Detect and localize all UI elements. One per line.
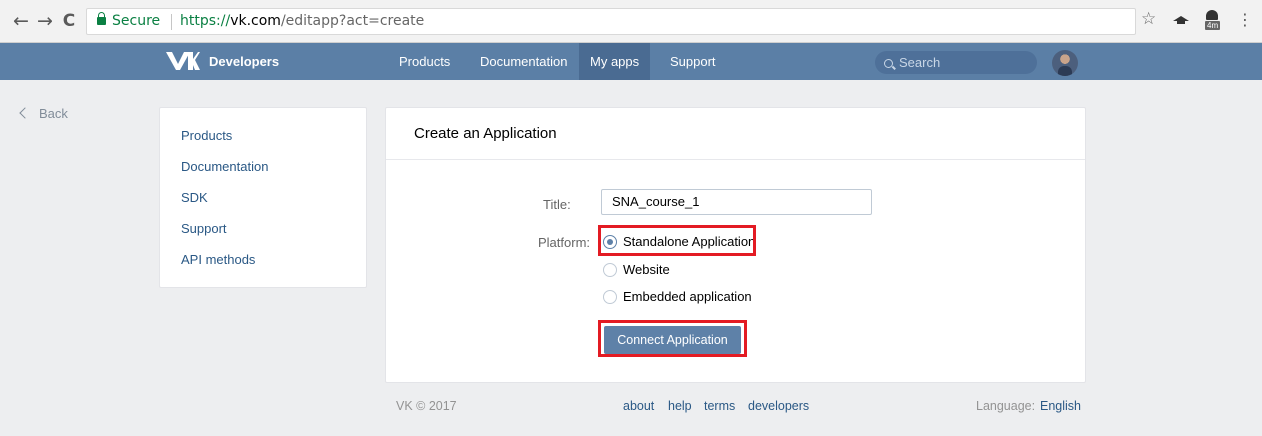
title-input[interactable]: SNA_course_1 xyxy=(601,189,872,215)
highlight-box-standalone xyxy=(598,225,756,256)
user-avatar[interactable] xyxy=(1052,50,1078,76)
highlight-box-connect xyxy=(598,320,747,357)
sidebar-item-documentation[interactable]: Documentation xyxy=(181,159,268,174)
header-nav-documentation[interactable]: Documentation xyxy=(469,43,578,80)
extension-dome-shape xyxy=(1206,10,1218,20)
brand-label[interactable]: Developers xyxy=(209,54,279,69)
footer-link-developers[interactable]: developers xyxy=(748,399,809,413)
back-label: Back xyxy=(39,106,68,121)
reload-icon[interactable]: C xyxy=(58,10,80,32)
footer-link-help[interactable]: help xyxy=(668,399,692,413)
sidebar-item-sdk[interactable]: SDK xyxy=(181,190,208,205)
vk-logo-icon[interactable] xyxy=(166,52,200,70)
address-bar[interactable]: Secure https://vk.com/editapp?act=create xyxy=(86,8,1136,35)
browser-toolbar: ← → C Secure https://vk.com/editapp?act=… xyxy=(0,0,1262,43)
back-arrow-icon[interactable]: ← xyxy=(10,10,32,32)
footer-link-terms[interactable]: terms xyxy=(704,399,735,413)
tab-timer-extension-icon[interactable]: 4m xyxy=(1203,10,1225,32)
title-label: Title: xyxy=(543,197,571,212)
bookmark-star-icon[interactable]: ☆ xyxy=(1141,9,1156,29)
url-host: vk.com xyxy=(230,13,281,29)
url-path: /editapp?act=create xyxy=(280,13,425,29)
header-nav-products[interactable]: Products xyxy=(388,43,461,80)
sidebar-item-support[interactable]: Support xyxy=(181,221,227,236)
sidebar-menu: Products Documentation SDK Support API m… xyxy=(159,107,367,288)
header-nav-my-apps[interactable]: My apps xyxy=(579,43,651,80)
sidebar-item-products[interactable]: Products xyxy=(181,128,232,143)
lock-icon xyxy=(97,12,106,25)
chevron-left-icon xyxy=(19,107,31,119)
footer-language-value[interactable]: English xyxy=(1040,399,1081,413)
search-icon xyxy=(884,59,893,68)
page-title: Create an Application xyxy=(414,125,557,142)
graduation-cap-icon[interactable] xyxy=(1172,12,1190,26)
card-header: Create an Application xyxy=(386,108,1085,160)
footer-link-about[interactable]: about xyxy=(623,399,654,413)
platform-option-label: Website xyxy=(623,262,670,277)
sidebar-item-api-methods[interactable]: API methods xyxy=(181,252,255,267)
browser-menu-icon[interactable]: ⋮ xyxy=(1237,10,1253,30)
header-search-input[interactable]: Search xyxy=(875,51,1037,74)
forward-arrow-icon[interactable]: → xyxy=(34,10,56,32)
search-placeholder: Search xyxy=(899,55,941,70)
platform-option-label: Embedded application xyxy=(623,289,752,304)
header-nav-support[interactable]: Support xyxy=(659,43,727,80)
radio-unselected-icon[interactable] xyxy=(603,263,617,277)
platform-label: Platform: xyxy=(538,235,591,250)
url-scheme: https:// xyxy=(180,13,231,29)
address-separator xyxy=(171,14,172,30)
back-link[interactable]: Back xyxy=(19,106,68,121)
footer-language-label: Language: xyxy=(976,399,1036,413)
secure-label: Secure xyxy=(112,13,161,29)
footer-copyright: VK © 2017 xyxy=(396,399,457,413)
extension-badge: 4m xyxy=(1205,21,1221,30)
url-text: https://vk.com/editapp?act=create xyxy=(180,9,424,34)
radio-unselected-icon[interactable] xyxy=(603,290,617,304)
